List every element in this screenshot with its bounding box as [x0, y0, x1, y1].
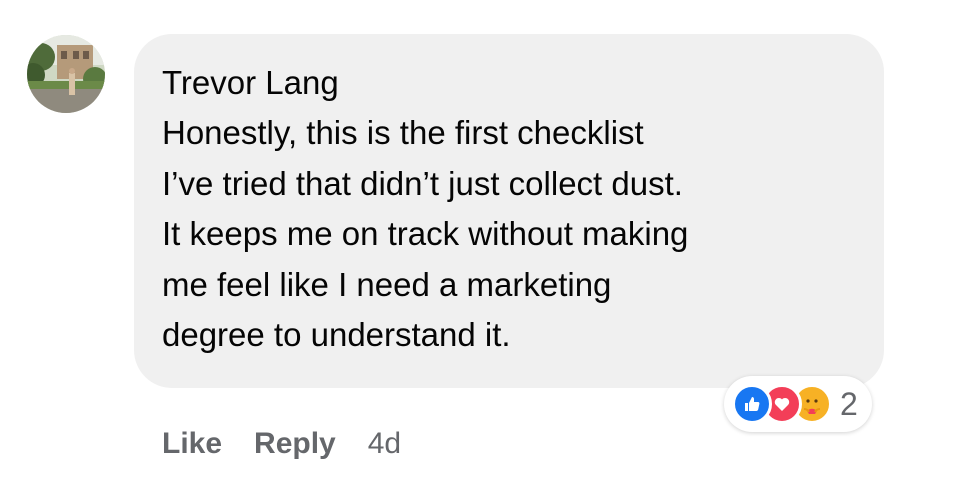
comment-text-line: me feel like I need a marketing	[162, 265, 612, 303]
comment-actions: Like Reply 4d	[162, 424, 401, 464]
comment-timestamp[interactable]: 4d	[368, 424, 401, 464]
comment-text-line: I’ve tried that didn’t just collect dust…	[162, 164, 683, 202]
like-icon	[732, 384, 772, 424]
comment-author[interactable]: Trevor Lang	[162, 62, 339, 104]
comment-text-line: It keeps me on track without making	[162, 215, 689, 252]
comment-text-line: Honestly, this is the first checklist	[162, 114, 644, 151]
avatar-photo	[27, 35, 105, 113]
reply-button[interactable]: Reply	[254, 424, 336, 464]
avatar[interactable]	[27, 35, 105, 113]
like-button[interactable]: Like	[162, 424, 222, 464]
comment-text: Honestly, this is the first checklist I’…	[162, 108, 872, 361]
reactions-summary[interactable]: 2	[724, 376, 872, 432]
reaction-count: 2	[840, 386, 858, 422]
comment-text-line: degree to understand it.	[162, 316, 511, 353]
